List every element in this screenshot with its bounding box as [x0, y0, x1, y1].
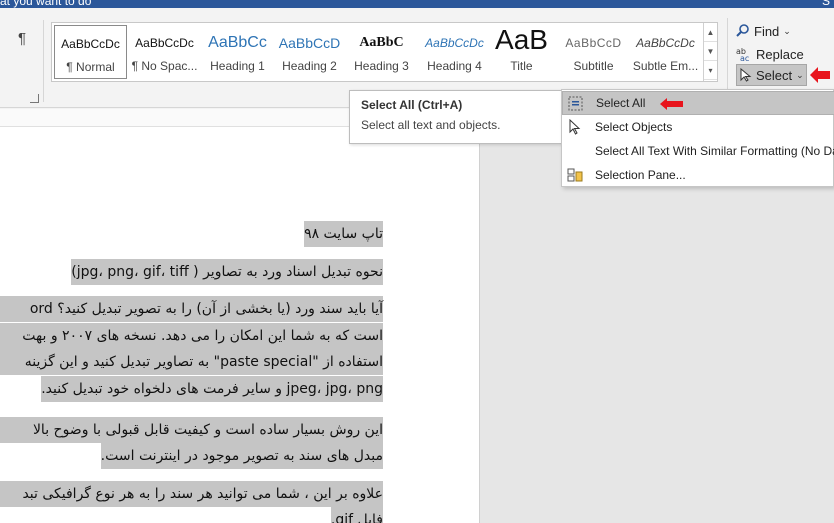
style-preview: AaBbCc: [208, 34, 267, 51]
style-name: Heading 1: [210, 59, 265, 73]
annotation-arrow-icon: [660, 98, 683, 110]
style-preview: AaBbCcDc: [61, 37, 120, 51]
menu-item-select-objects[interactable]: Select Objects: [562, 115, 834, 139]
style-name: Title: [510, 59, 533, 73]
style-heading-1[interactable]: AaBbCc Heading 1: [201, 25, 274, 79]
tooltip-title: Select All (Ctrl+A): [361, 98, 463, 112]
find-button[interactable]: Find ⌄: [736, 20, 791, 42]
style-name: ¶ Normal: [66, 60, 115, 74]
document-line: فایل gif.: [330, 507, 383, 523]
replace-button[interactable]: ab ac Replace: [736, 43, 804, 65]
replace-label: Replace: [756, 46, 804, 62]
style-name: Subtitle: [573, 59, 614, 73]
select-all-icon: [568, 96, 583, 111]
document-line: نحوه تبدیل اسناد ورد به تصاویر ( jpg، pn…: [71, 259, 383, 285]
more-styles-icon[interactable]: ▾: [704, 61, 717, 80]
replace-icon: abac: [736, 47, 749, 62]
document-line: تاپ سایت ۹۸: [304, 221, 383, 247]
style-no-spacing[interactable]: AaBbCcDc ¶ No Spac...: [128, 25, 201, 79]
select-label: Select: [756, 67, 793, 83]
scroll-down-icon[interactable]: ▼: [704, 42, 717, 61]
style-name: ¶ No Spac...: [131, 59, 198, 73]
style-subtle-emphasis[interactable]: AaBbCcDc Subtle Em...: [629, 25, 702, 79]
style-preview: AaBbC: [359, 35, 404, 50]
tooltip-description: Select all text and objects.: [361, 118, 501, 132]
style-preview: AaBbCcDc: [425, 36, 484, 50]
style-preview: AaB: [495, 25, 548, 55]
show-formatting-marks-button[interactable]: ¶: [18, 30, 26, 47]
style-title[interactable]: AaB Title: [485, 25, 558, 79]
document-line-text: نحوه تبدیل اسناد ورد به تصاویر ( jpg، pn…: [71, 264, 383, 280]
menu-item-select-all[interactable]: Select All: [562, 91, 834, 115]
menu-item-label: Select All Text With Similar Formatting …: [595, 144, 834, 158]
style-name: Subtle Em...: [632, 59, 699, 73]
styles-gallery: AaBbCcDc ¶ Normal AaBbCcDc ¶ No Spac... …: [51, 22, 718, 82]
title-bar: at you want to do S: [0, 0, 834, 8]
select-dropdown-menu: Select All Select Objects Select All Tex…: [561, 89, 834, 187]
menu-item-label: Select All: [596, 96, 646, 110]
document-line: است که به شما این امکان را می دهد. نسخه …: [0, 323, 383, 349]
style-normal[interactable]: AaBbCcDc ¶ Normal: [54, 25, 127, 79]
style-name: Heading 2: [282, 59, 337, 73]
search-icon: [736, 24, 749, 37]
document-page[interactable]: تاپ سایت ۹۸ نحوه تبدیل اسناد ورد به تصاو…: [0, 127, 480, 523]
find-label: Find: [754, 23, 780, 39]
selection-pane-icon: [567, 168, 583, 182]
group-separator: [43, 20, 44, 102]
style-heading-2[interactable]: AaBbCcD Heading 2: [273, 25, 346, 79]
pointer-icon: [740, 68, 752, 82]
menu-item-selection-pane[interactable]: Selection Pane...: [562, 163, 834, 187]
select-button[interactable]: Select ⌄: [736, 64, 807, 86]
menu-item-label: Selection Pane...: [595, 168, 686, 182]
document-line: مبدل های سند به تصویر موجود در اینترنت ا…: [100, 443, 383, 469]
style-preview: AaBbCcD: [565, 36, 622, 50]
document-line: علاوه بر این ، شما می توانید هر سند را ب…: [0, 481, 383, 507]
style-heading-4[interactable]: AaBbCcDc Heading 4: [418, 25, 491, 79]
paragraph-dialog-launcher-icon[interactable]: [30, 94, 39, 103]
styles-gallery-scroll: ▲ ▼ ▾: [703, 23, 717, 81]
chevron-down-icon: ⌄: [783, 25, 791, 36]
share-button[interactable]: S: [822, 0, 830, 8]
tell-me-search[interactable]: at you want to do: [0, 0, 91, 8]
style-heading-3[interactable]: AaBbC Heading 3: [345, 25, 418, 79]
scroll-up-icon[interactable]: ▲: [704, 23, 717, 42]
pointer-icon: [569, 119, 581, 135]
document-line: آیا باید سند ورد (یا بخشی از آن) را به ت…: [0, 296, 383, 322]
style-preview: AaBbCcD: [278, 35, 341, 51]
svg-text:ac: ac: [740, 54, 749, 62]
style-preview: AaBbCcDc: [636, 36, 695, 50]
select-all-tooltip: Select All (Ctrl+A) Select all text and …: [349, 90, 563, 144]
annotation-arrow-icon: [810, 67, 830, 83]
style-name: Heading 3: [354, 59, 409, 73]
document-line: این روش بسیار ساده است و کیفیت قابل قبول…: [0, 417, 383, 443]
style-preview: AaBbCcDc: [135, 36, 194, 50]
menu-item-select-similar-formatting[interactable]: Select All Text With Similar Formatting …: [562, 139, 834, 163]
style-subtitle[interactable]: AaBbCcD Subtitle: [557, 25, 630, 79]
document-line: استفاده از "paste special" به تصاویر تبد…: [0, 349, 383, 375]
style-name: Heading 4: [427, 59, 482, 73]
chevron-down-icon: ⌄: [796, 69, 804, 80]
document-line: jpeg، jpg، png و سایر فرمت های دلخواه خو…: [41, 376, 383, 402]
menu-item-label: Select Objects: [595, 120, 673, 134]
